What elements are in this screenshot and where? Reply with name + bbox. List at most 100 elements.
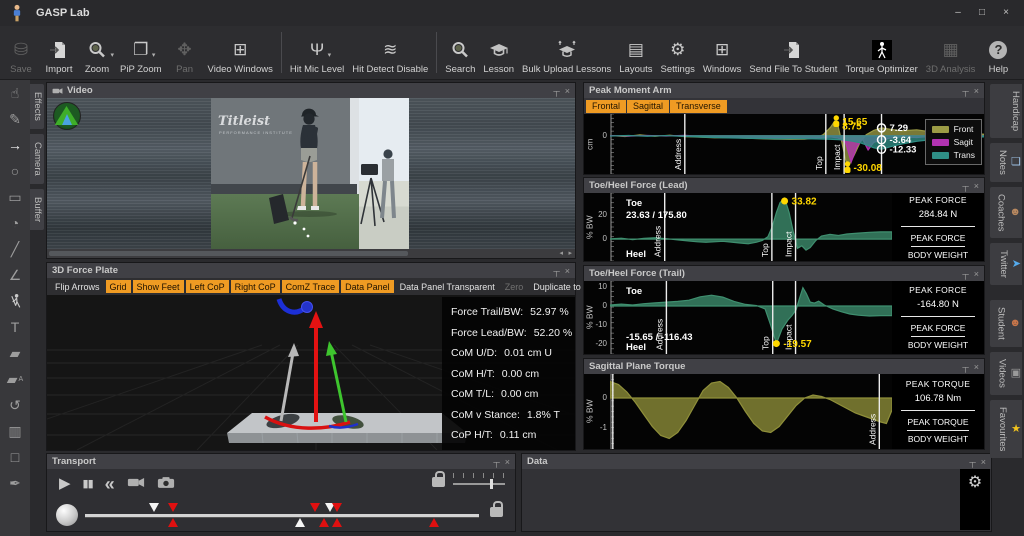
tab-frontal[interactable]: Frontal <box>586 100 626 113</box>
force-plate-btn-left-cop[interactable]: Left CoP <box>186 280 229 293</box>
close-icon[interactable]: × <box>974 362 979 372</box>
toolbar-lesson-button[interactable]: Lesson <box>479 26 518 79</box>
toolbar-help-button[interactable]: ?Help <box>979 26 1017 79</box>
tab-sagittal[interactable]: Sagittal <box>627 100 669 113</box>
snapshot-button[interactable] <box>157 476 175 493</box>
pin-icon[interactable]: ┬ <box>969 457 975 467</box>
close-icon[interactable]: × <box>565 266 570 276</box>
pin-icon[interactable]: ┬ <box>962 86 968 96</box>
toolbar-torque-optimizer-button[interactable]: Torque Optimizer <box>841 26 921 79</box>
timeline-golf-ball-thumb[interactable] <box>56 504 78 526</box>
toolbar-send-file-to-student-button[interactable]: Send File To Student <box>745 26 841 79</box>
golfer-tool[interactable] <box>0 288 30 314</box>
hand-tool[interactable]: ☝ <box>0 80 30 106</box>
right-tab-videos[interactable]: ▣Videos <box>990 352 1022 395</box>
video-horizontal-scrollbar[interactable]: ◂ ▸ <box>47 249 575 258</box>
toolbar-layouts-button[interactable]: ▤Layouts <box>615 26 656 79</box>
close-icon[interactable]: × <box>505 457 510 467</box>
right-tab-coaches[interactable]: ☻Coaches <box>990 187 1022 239</box>
ruler-tool[interactable]: ▥ <box>0 418 30 444</box>
rectangle-tool[interactable]: ▭ <box>0 184 30 210</box>
left-tab-effects[interactable]: Effects <box>30 84 44 129</box>
right-tab-handicap[interactable]: Handicap <box>990 84 1022 138</box>
torque-plot[interactable]: Address <box>610 374 892 449</box>
pin-icon[interactable]: ┬ <box>553 86 559 96</box>
timeline-marker-red[interactable] <box>429 518 439 527</box>
pin-icon[interactable]: ┬ <box>962 362 968 372</box>
toolbar-hit-detect-disable-button[interactable]: ≋Hit Detect Disable <box>348 26 432 79</box>
video-viewport[interactable]: Titleist PERFORMANCE INSTITUTE <box>47 98 575 249</box>
timeline-marker-white[interactable] <box>295 518 305 527</box>
left-tab-buffer[interactable]: Buffer <box>30 189 44 230</box>
toolbar-search-button[interactable]: Search <box>441 26 479 79</box>
timeline-marker-red[interactable] <box>319 518 329 527</box>
toolbar-video-windows-button[interactable]: ⊞Video Windows <box>204 26 277 79</box>
timeline-marker-red[interactable] <box>332 518 342 527</box>
pip-zoom-dropdown-caret[interactable]: ▾ <box>152 51 156 59</box>
rewind-button[interactable]: « <box>105 476 115 492</box>
timer-tool[interactable]: ◔ <box>0 210 30 236</box>
minimize-button[interactable]: – <box>948 4 968 22</box>
square-tool[interactable]: □ <box>0 444 30 470</box>
pin-icon[interactable]: ┬ <box>553 266 559 276</box>
pause-button[interactable]: ▮▮ <box>83 476 93 492</box>
tab-transverse[interactable]: Transverse <box>670 100 727 113</box>
right-tab-student[interactable]: ☻Student <box>990 300 1022 347</box>
pin-icon[interactable]: ┬ <box>962 269 968 279</box>
timeline-marker-red[interactable] <box>168 503 178 512</box>
timeline-marker-red[interactable] <box>310 503 320 512</box>
speed-lock-icon[interactable] <box>432 477 445 487</box>
right-tab-favourites[interactable]: ★Favourites <box>990 400 1022 458</box>
zoom-dropdown-caret[interactable]: ▾ <box>110 51 114 59</box>
force-plate-btn-right-cop[interactable]: Right CoP <box>231 280 280 293</box>
play-button[interactable]: ▶ <box>59 476 71 492</box>
force-plate-btn-flip-arrows[interactable]: Flip Arrows <box>51 280 104 293</box>
close-icon[interactable]: × <box>974 269 979 279</box>
text-tool[interactable]: T <box>0 314 30 340</box>
close-icon[interactable]: × <box>974 181 979 191</box>
toolbar-import-button[interactable]: Import <box>40 26 78 79</box>
pin-icon[interactable]: ┬ <box>962 181 968 191</box>
toolbar-settings-button[interactable]: ⚙Settings <box>657 26 699 79</box>
right-tab-twitter[interactable]: ➤Twitter <box>990 243 1022 285</box>
right-tab-notes[interactable]: ❏Notes <box>990 143 1022 182</box>
scrollbar-thumb[interactable] <box>49 251 408 256</box>
close-icon[interactable]: × <box>565 86 570 96</box>
line-tool[interactable]: ╱ <box>0 236 30 262</box>
toolbar-bulk-upload-lessons-button[interactable]: Bulk Upload Lessons <box>518 26 615 79</box>
record-video-button[interactable] <box>127 476 145 493</box>
toolbar-windows-button[interactable]: ⊞Windows <box>699 26 746 79</box>
scroll-left-arrow-icon[interactable]: ◂ <box>559 249 563 258</box>
scroll-right-arrow-icon[interactable]: ▸ <box>568 249 572 258</box>
pin-icon[interactable]: ┬ <box>493 457 499 467</box>
gear-icon[interactable]: ⚙ <box>968 474 982 491</box>
angle-tool[interactable]: ∠ <box>0 262 30 288</box>
trail-plot[interactable]: AddressTopImpactToeHeel-15.65 / -116.43-… <box>610 281 892 354</box>
undo-tool[interactable]: ↺ <box>0 392 30 418</box>
force-plate-btn-show-feet[interactable]: Show Feet <box>133 280 184 293</box>
maximize-button[interactable]: □ <box>972 4 992 22</box>
timeline-lock-icon[interactable] <box>490 507 503 517</box>
timeline-marker-white[interactable] <box>149 503 159 512</box>
force-plate-btn-data-panel-transparent[interactable]: Data Panel Transparent <box>396 280 499 293</box>
picker-tool[interactable]: ✒ <box>0 470 30 496</box>
left-tab-camera[interactable]: Camera <box>30 134 44 184</box>
lead-plot[interactable]: AddressTopImpactToe23.63 / 175.80Heel33.… <box>610 193 892 261</box>
toolbar-hit-mic-level-button[interactable]: Ψ▾Hit Mic Level <box>286 26 348 79</box>
freehand-tool[interactable]: ✎ <box>0 106 30 132</box>
timeline-marker-red[interactable] <box>168 518 178 527</box>
arrow-tool[interactable]: → <box>0 132 30 158</box>
force-plate-btn-data-panel[interactable]: Data Panel <box>341 280 394 293</box>
force-plate-btn-grid[interactable]: Grid <box>106 280 131 293</box>
hit-mic-level-dropdown-caret[interactable]: ▾ <box>328 51 332 59</box>
speed-slider[interactable] <box>453 473 505 491</box>
toolbar-zoom-button[interactable]: ▾Zoom <box>78 26 116 79</box>
pma-plot[interactable]: AddressTopImpact15.658.75-30.087.29-3.64… <box>610 114 984 174</box>
close-button[interactable]: × <box>996 4 1016 22</box>
force-plate-3d-scene[interactable]: Force Trail/BW:52.97 %Force Lead/BW:52.2… <box>47 295 575 450</box>
close-icon[interactable]: × <box>974 86 979 96</box>
eraser-tool[interactable]: ▰ <box>0 340 30 366</box>
eraser-lock-tool[interactable]: ▰A <box>0 366 30 392</box>
timeline-marker-red[interactable] <box>332 503 342 512</box>
force-plate-btn-comz-trace[interactable]: ComZ Trace <box>282 280 340 293</box>
